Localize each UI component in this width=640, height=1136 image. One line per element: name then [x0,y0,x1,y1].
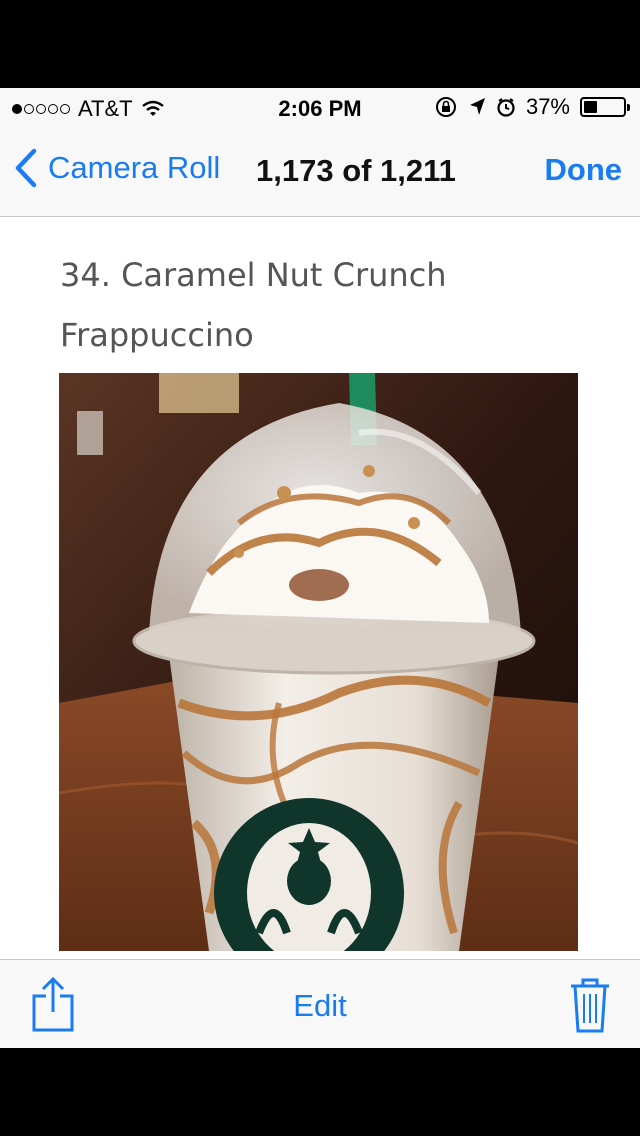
photo-counter-title: 1,173 of 1,211 [256,153,456,188]
battery-icon [580,97,630,117]
letterbox-bottom [0,1048,640,1136]
done-button[interactable]: Done [545,152,623,188]
battery-percent: 37% [525,94,570,119]
photo-content: 34. Caramel Nut Crunch Frappuccino [0,217,640,959]
edit-row: Edit [0,988,640,1024]
battery-fill [584,101,597,113]
camera-roll-back-button[interactable]: Camera Roll [14,148,220,188]
status-right: 37% [434,94,630,120]
frappuccino-photo[interactable] [59,373,578,951]
navigation-bar: Camera Roll 1,173 of 1,211 Done [0,128,640,216]
battery-nub [627,104,630,111]
letterbox-top [0,0,640,88]
bottom-toolbar: Edit [0,959,640,1049]
top-chrome: AT&T 2:06 PM 37% Camera Roll 1,173 of 1,… [0,88,640,217]
alarm-icon [497,98,515,117]
status-bar: AT&T 2:06 PM 37% [0,88,640,128]
location-arrow-icon [469,98,485,115]
edit-button[interactable]: Edit [293,988,346,1023]
photo-headline: 34. Caramel Nut Crunch Frappuccino [60,256,447,354]
trash-icon[interactable] [568,976,612,1034]
rotation-lock-icon [435,97,456,117]
chevron-left-icon [15,148,37,188]
back-label: Camera Roll [48,150,221,185]
